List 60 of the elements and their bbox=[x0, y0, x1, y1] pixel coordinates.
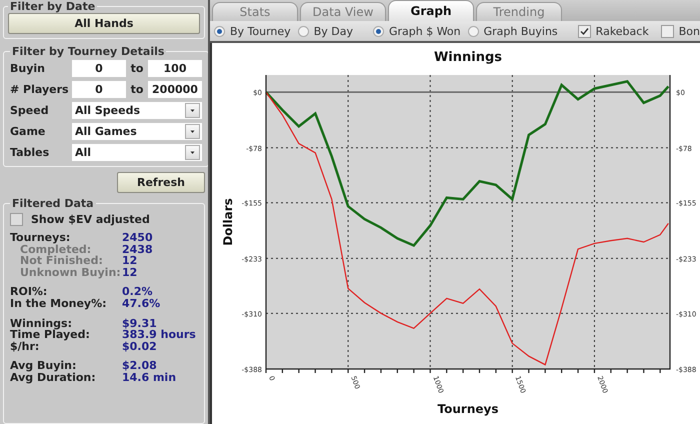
dropdown[interactable]: All Games bbox=[72, 123, 202, 140]
stat-value: 12 bbox=[122, 255, 138, 267]
stat-value: 12 bbox=[122, 266, 138, 278]
radio-button[interactable] bbox=[372, 26, 384, 36]
input-field[interactable]: 0 bbox=[72, 60, 126, 77]
y-axis-title: Dollars bbox=[221, 198, 235, 246]
stat-label: In the Money%: bbox=[10, 298, 108, 310]
stat-value: $0.02 bbox=[122, 340, 158, 352]
checkbox-label: Bon bbox=[678, 24, 700, 38]
field-label: Game bbox=[10, 125, 46, 138]
dropdown[interactable]: All bbox=[72, 144, 202, 161]
chart-title: Winnings bbox=[434, 50, 502, 65]
checkbox[interactable] bbox=[10, 213, 23, 226]
stat-value: 14.6 min bbox=[122, 372, 178, 384]
refresh-button[interactable]: Refresh bbox=[117, 172, 205, 193]
stat-label: Tourneys: bbox=[10, 232, 72, 244]
dropdown[interactable]: All Speeds bbox=[72, 102, 202, 119]
radio-label: Graph Buyins bbox=[484, 24, 558, 38]
checkbox[interactable] bbox=[578, 24, 591, 38]
group-title: Filter by Date bbox=[9, 0, 96, 13]
field-label: Speed bbox=[10, 104, 50, 117]
field-label: Tables bbox=[10, 146, 50, 159]
stat-value: $2.08 bbox=[122, 360, 158, 372]
checkbox[interactable] bbox=[660, 24, 674, 38]
group-title: Filtered Data bbox=[11, 197, 95, 210]
input-field[interactable]: 0 bbox=[72, 81, 126, 98]
range-separator: to bbox=[130, 62, 144, 75]
stat-value: 2438 bbox=[122, 244, 154, 256]
check-icon bbox=[580, 26, 589, 36]
radio-button[interactable] bbox=[298, 26, 309, 36]
stat-value: $9.31 bbox=[122, 318, 158, 330]
stat-label: Winnings: bbox=[10, 318, 72, 330]
radio-button[interactable] bbox=[468, 26, 479, 36]
field-label: Buyin bbox=[10, 62, 46, 75]
stat-value: 0.2% bbox=[122, 286, 154, 298]
checkbox-label: Show $EV adjusted bbox=[31, 213, 150, 226]
tab[interactable]: Graph bbox=[388, 0, 474, 21]
radio-label: Graph $ Won bbox=[388, 24, 461, 38]
stat-label: Avg Duration: bbox=[10, 372, 97, 384]
all-hands-button[interactable]: All Hands bbox=[8, 13, 200, 34]
stat-value: 383.9 hours bbox=[122, 329, 197, 341]
stat-value: 47.6% bbox=[122, 298, 162, 310]
group-title: Filter by Tourney Details bbox=[11, 45, 166, 58]
stat-label: Avg Buyin: bbox=[10, 360, 78, 372]
stat-label: Completed: bbox=[20, 244, 92, 256]
input-field[interactable]: 200000 bbox=[148, 81, 202, 98]
stat-label: Unknown Buyin: bbox=[19, 266, 122, 278]
stat-label: Not Finished: bbox=[19, 255, 104, 267]
radio-label: By Tourney bbox=[230, 24, 291, 38]
stat-label: ROI%: bbox=[10, 286, 48, 298]
radio-button[interactable] bbox=[214, 26, 225, 36]
range-separator: to bbox=[130, 83, 144, 96]
stat-value: 2450 bbox=[122, 232, 154, 244]
checkbox-label: Rakeback bbox=[596, 24, 649, 38]
x-axis-title: Tourneys bbox=[438, 402, 498, 416]
field-label: # Players bbox=[10, 83, 70, 96]
stat-label: $/hr: bbox=[10, 340, 40, 352]
radio-label: By Day bbox=[314, 24, 353, 38]
stat-label: Time Played: bbox=[10, 329, 91, 341]
input-field[interactable]: 100 bbox=[148, 60, 202, 77]
